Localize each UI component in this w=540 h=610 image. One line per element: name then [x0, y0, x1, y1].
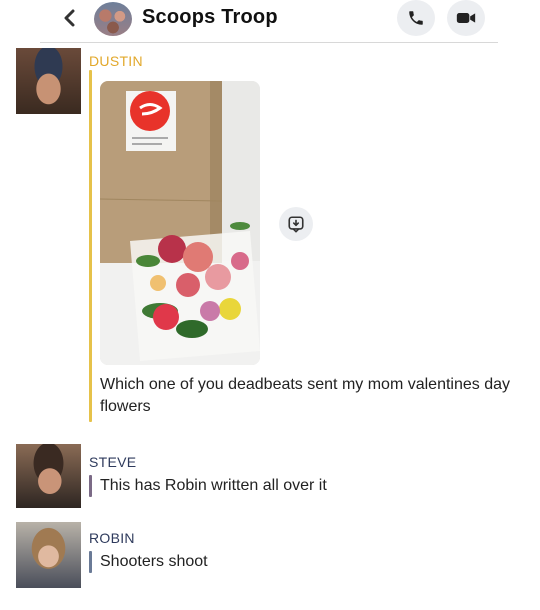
save-to-chat-button[interactable]: [279, 207, 313, 241]
snap-photo[interactable]: [100, 81, 260, 365]
avatar-steve[interactable]: [16, 444, 81, 508]
chat-header: Scoops Troop: [0, 0, 540, 40]
message-accent-bar: [89, 475, 92, 497]
message-text-robin: Shooters shoot: [100, 553, 208, 570]
chevron-left-icon: [64, 9, 75, 27]
message-accent-bar: [89, 70, 92, 422]
phone-icon: [409, 11, 423, 25]
sender-name-steve: STEVE: [89, 454, 137, 470]
save-to-chat-icon: [288, 216, 304, 233]
message-accent-bar: [89, 551, 92, 573]
group-avatar[interactable]: [94, 2, 132, 36]
flowers-and-bag-photo: [100, 81, 260, 365]
message-text-dustin: Which one of you deadbeats sent my mom v…: [100, 376, 510, 415]
sender-name-dustin: DUSTIN: [89, 53, 143, 69]
avatar-robin[interactable]: [16, 522, 81, 588]
voice-call-button[interactable]: [397, 0, 435, 36]
message-text-steve: This has Robin written all over it: [100, 477, 327, 494]
video-call-button[interactable]: [447, 0, 485, 36]
video-camera-icon: [456, 13, 476, 23]
back-button[interactable]: [58, 6, 82, 30]
chat-title[interactable]: Scoops Troop: [142, 6, 278, 29]
avatar-dustin[interactable]: [16, 48, 81, 114]
header-divider: [40, 42, 498, 43]
sender-name-robin: ROBIN: [89, 530, 135, 546]
